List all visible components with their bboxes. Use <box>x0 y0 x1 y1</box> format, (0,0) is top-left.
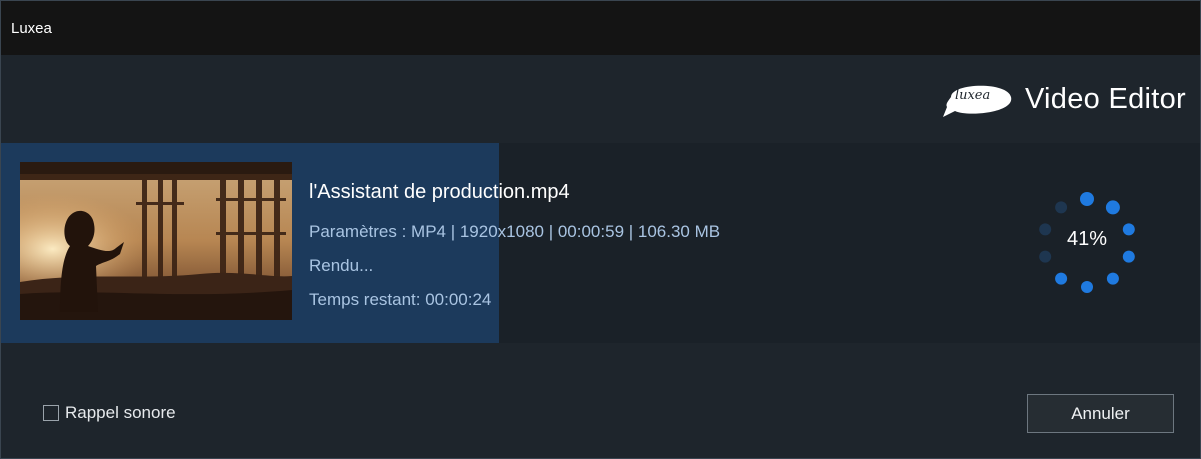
progress-percent: 41% <box>1066 228 1108 250</box>
render-parameters: Paramètres : MP4 | 1920x1080 | 00:00:59 … <box>309 222 721 241</box>
title-bar[interactable]: Luxea <box>1 1 1200 55</box>
spinner-dot <box>1122 250 1135 263</box>
render-item: l'Assistant de production.mp4 Paramètres… <box>1 143 1200 343</box>
sound-alert-checkbox[interactable]: Rappel sonore <box>43 403 176 423</box>
brand-header: luxea Video Editor <box>1 55 1200 143</box>
product-name: Video Editor <box>1024 82 1186 115</box>
dialog-footer: Rappel sonore Annuler <box>1 343 1200 458</box>
window-title: Luxea <box>11 19 52 37</box>
spinner-dot <box>1055 272 1068 285</box>
sound-alert-label: Rappel sonore <box>65 403 176 422</box>
spinner-dot <box>1105 200 1120 215</box>
output-file-name: l'Assistant de production.mp4 <box>309 181 570 203</box>
video-thumbnail <box>20 162 292 320</box>
cancel-button[interactable]: Annuler <box>1027 394 1174 433</box>
spinner-dot <box>1039 250 1052 263</box>
render-status: Rendu... <box>309 256 374 275</box>
spinner-dot <box>1081 281 1093 293</box>
time-remaining: Temps restant: 00:00:24 <box>309 290 492 309</box>
spinner-dot <box>1106 272 1119 285</box>
spinner-dot <box>1055 201 1068 214</box>
render-info: l'Assistant de production.mp4 Paramètres… <box>309 181 720 324</box>
checkbox-box[interactable] <box>43 405 59 421</box>
luxea-logo-icon: luxea <box>937 77 1017 121</box>
render-dialog: Luxea luxea Video Editor l'Assistant de … <box>0 0 1201 459</box>
progress-spinner: 41% <box>1031 187 1137 297</box>
logo-text: luxea <box>954 88 991 103</box>
spinner-dot <box>1080 192 1094 206</box>
